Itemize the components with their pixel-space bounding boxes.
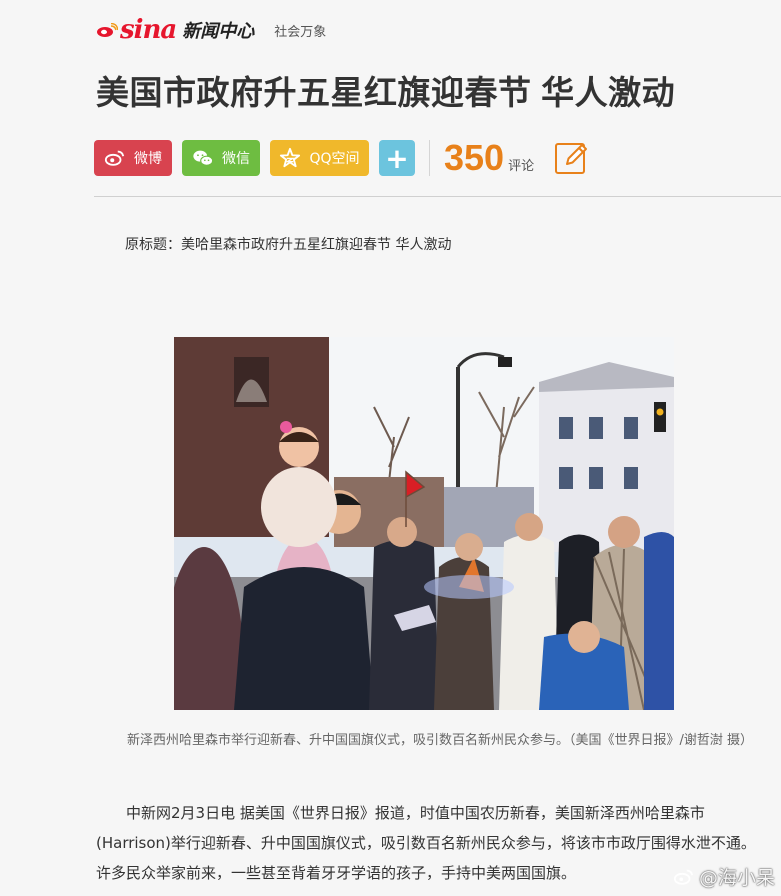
wechat-icon [193,150,214,166]
qzone-star-icon [280,147,301,168]
share-weibo-button[interactable]: 微博 [94,140,172,176]
logo-news-center-text: 新闻中心 [182,21,255,42]
share-bar: 微博 微信 QQ空间 + 350 评论 [94,140,590,176]
article-title: 美国市政府升五星红旗迎春节 华人激动 [96,74,676,111]
share-wechat-label: 微信 [222,151,250,167]
channel-link[interactable]: 社会万象 [274,21,326,40]
photo-caption: 新泽西州哈里森市举行迎新春、升中国国旗仪式，吸引数百名新州民众参与。（美国《世界… [126,733,753,748]
comment-count[interactable]: 350 [444,140,504,176]
share-qzone-label: QQ空间 [309,151,360,167]
sina-eye-icon [97,23,118,37]
header-divider [94,196,781,197]
weibo-watermark-icon [673,869,694,885]
share-more-button[interactable]: + [379,140,415,176]
share-qzone-button[interactable]: QQ空间 [270,140,369,176]
comment-label[interactable]: 评论 [508,155,534,174]
share-weibo-label: 微博 [134,151,162,167]
article-paragraph: 中新网2月3日电 据美国《世界日报》报道，时值中国农历新春，美国新泽西州哈里森市… [96,804,756,882]
plus-icon: + [385,141,409,175]
logo-sina-text: sina [120,15,177,45]
edit-pencil-icon[interactable] [554,140,590,176]
original-title: 原标题：美哈里森市政府升五星红旗迎春节 华人激动 [125,237,452,253]
weibo-watermark: @海小呆 [673,863,775,890]
site-header: sina 新闻中心 社会万象 [96,10,326,50]
article-photo[interactable] [174,337,674,710]
share-divider [429,140,430,176]
share-wechat-button[interactable]: 微信 [182,140,260,176]
sina-news-logo[interactable]: sina 新闻中心 [96,17,254,43]
weibo-icon [104,150,125,166]
watermark-text: @海小呆 [698,867,775,889]
